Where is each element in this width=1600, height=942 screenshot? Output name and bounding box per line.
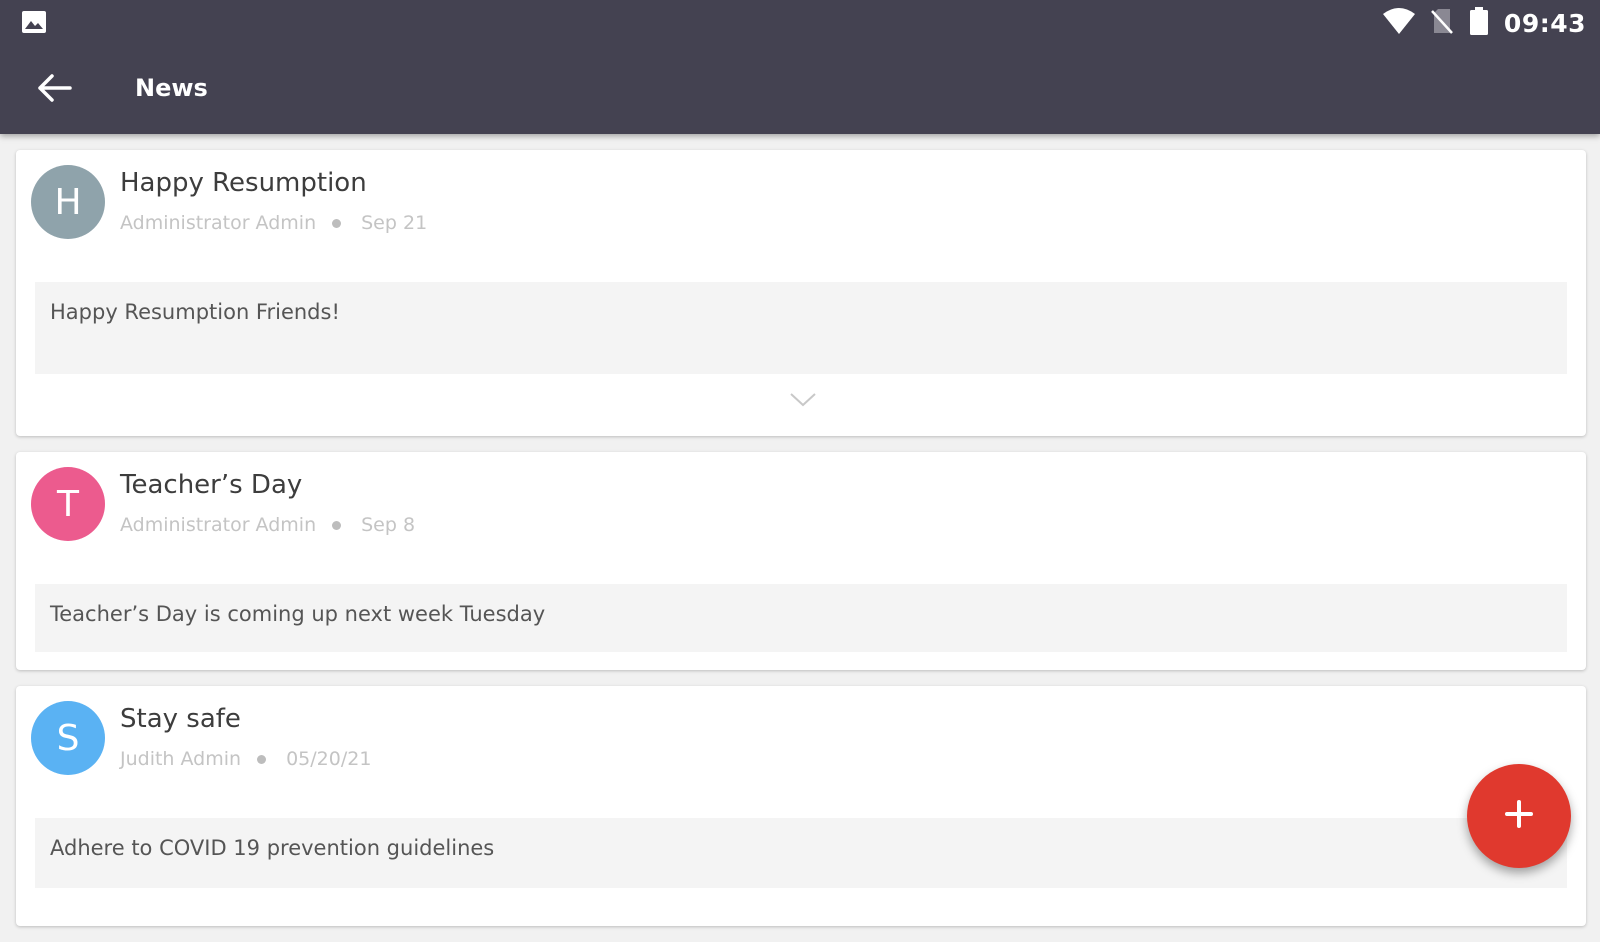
meta-separator-dot bbox=[332, 520, 342, 530]
news-body-text: Happy Resumption Friends! bbox=[50, 300, 340, 324]
toolbar: News bbox=[0, 46, 1600, 134]
news-meta: Judith Admin 05/20/21 bbox=[120, 748, 371, 770]
news-title: Stay safe bbox=[120, 704, 241, 734]
news-card[interactable]: T Teacher’s Day Administrator Admin Sep … bbox=[16, 452, 1586, 670]
plus-icon bbox=[1503, 798, 1535, 834]
avatar: S bbox=[31, 701, 105, 775]
battery-icon bbox=[1468, 6, 1490, 40]
avatar: H bbox=[31, 165, 105, 239]
avatar: T bbox=[31, 467, 105, 541]
news-card[interactable]: S Stay safe Judith Admin 05/20/21 Adhere… bbox=[16, 686, 1586, 926]
wifi-icon bbox=[1382, 7, 1416, 39]
news-body: Adhere to COVID 19 prevention guidelines bbox=[35, 818, 1567, 888]
news-meta: Administrator Admin Sep 8 bbox=[120, 514, 415, 536]
status-time: 09:43 bbox=[1503, 8, 1586, 38]
avatar-letter: H bbox=[54, 181, 82, 223]
app-bar: 09:43 News bbox=[0, 0, 1600, 134]
add-news-button[interactable] bbox=[1467, 764, 1571, 868]
status-icons: 09:43 bbox=[1382, 6, 1586, 40]
news-author: Administrator Admin bbox=[120, 514, 317, 536]
gallery-notification-icon bbox=[21, 10, 47, 34]
news-body-text: Adhere to COVID 19 prevention guidelines bbox=[50, 836, 495, 860]
news-card[interactable]: H Happy Resumption Administrator Admin S… bbox=[16, 150, 1586, 436]
meta-separator-dot bbox=[332, 218, 342, 228]
news-meta: Administrator Admin Sep 21 bbox=[120, 212, 427, 234]
avatar-letter: T bbox=[57, 483, 79, 525]
status-bar: 09:43 bbox=[0, 0, 1600, 46]
news-body: Teacher’s Day is coming up next week Tue… bbox=[35, 584, 1567, 652]
avatar-letter: S bbox=[56, 717, 80, 759]
news-body-text: Teacher’s Day is coming up next week Tue… bbox=[50, 602, 546, 626]
news-date: 05/20/21 bbox=[286, 748, 372, 770]
news-author: Administrator Admin bbox=[120, 212, 317, 234]
news-date: Sep 8 bbox=[361, 514, 416, 536]
arrow-left-icon bbox=[36, 73, 72, 107]
no-sim-icon bbox=[1430, 7, 1454, 39]
news-date: Sep 21 bbox=[361, 212, 428, 234]
news-title: Teacher’s Day bbox=[120, 470, 303, 500]
news-title: Happy Resumption bbox=[120, 168, 367, 198]
chevron-down-icon bbox=[789, 392, 817, 412]
meta-separator-dot bbox=[257, 754, 267, 764]
back-button[interactable] bbox=[24, 60, 84, 120]
news-author: Judith Admin bbox=[120, 748, 242, 770]
news-body: Happy Resumption Friends! bbox=[35, 282, 1567, 374]
expand-button[interactable] bbox=[786, 390, 820, 414]
news-feed: H Happy Resumption Administrator Admin S… bbox=[16, 150, 1586, 942]
page-title: News bbox=[135, 74, 208, 102]
